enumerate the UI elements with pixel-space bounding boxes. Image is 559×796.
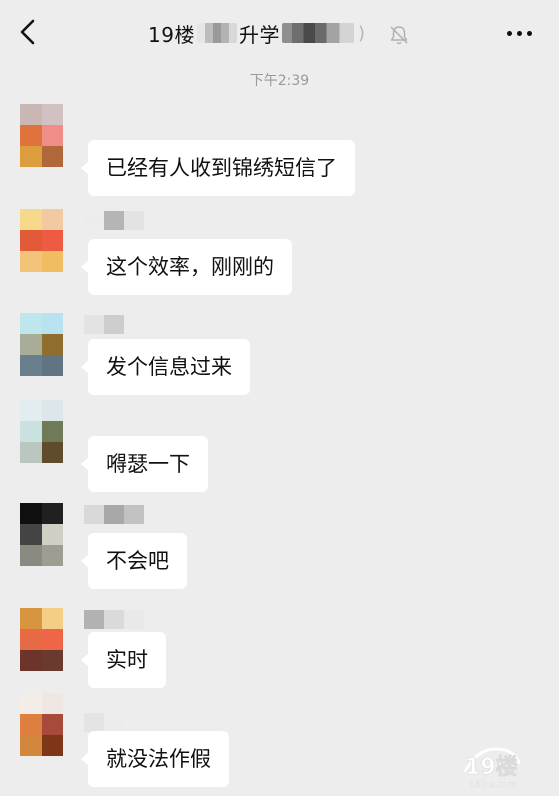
sender-name-redacted [84, 505, 144, 524]
avatar[interactable] [20, 209, 63, 272]
message-bubble[interactable]: 嘚瑟一下 [81, 436, 208, 492]
svg-text:19楼: 19楼 [465, 755, 518, 780]
chat-title-prefix: 19楼 [148, 22, 195, 47]
message-bubble[interactable]: 发个信息过来 [81, 339, 250, 395]
svg-text:19lou.com: 19lou.com [469, 780, 516, 790]
site-watermark-logo: 19楼 19lou.com [459, 742, 549, 790]
avatar[interactable] [20, 693, 63, 756]
avatar[interactable] [20, 503, 63, 566]
sender-name-redacted [84, 713, 124, 732]
avatar[interactable] [20, 400, 63, 463]
chat-header: 19楼 升学 ) [0, 0, 559, 64]
message-bubble[interactable]: 这个效率，刚刚的 [81, 239, 292, 295]
message-bubble[interactable]: 已经有人收到锦绣短信了 [81, 140, 355, 196]
avatar[interactable] [20, 104, 63, 167]
back-button[interactable] [14, 16, 44, 48]
chat-title-suffix: ) [357, 22, 365, 44]
avatar[interactable] [20, 608, 63, 671]
more-dots-icon [517, 31, 522, 36]
message-bubble[interactable]: 实时 [81, 632, 166, 688]
message-timestamp: 下午2:39 [249, 73, 310, 89]
more-dots-icon [507, 31, 512, 36]
bell-muted-icon [388, 24, 410, 46]
message-bubble[interactable]: 就没法作假 [81, 731, 229, 787]
title-redaction [281, 23, 354, 43]
sender-name-redacted [84, 315, 124, 334]
sender-name-redacted [84, 610, 144, 629]
sender-name-redacted [84, 211, 144, 230]
chat-screen: 19楼 升学 ) 下午2:39 已经有人收到锦绣短信了 这个效率，刚刚的 发个信… [0, 0, 559, 796]
chevron-left-icon [20, 19, 35, 45]
chat-title[interactable]: 19楼 升学 ) [148, 18, 365, 48]
more-dots-icon [527, 31, 532, 36]
more-options-button[interactable] [500, 20, 540, 46]
avatar[interactable] [20, 313, 63, 376]
message-bubble[interactable]: 不会吧 [81, 533, 187, 589]
title-redaction [196, 23, 237, 43]
chat-title-middle: 升学 [238, 22, 280, 47]
